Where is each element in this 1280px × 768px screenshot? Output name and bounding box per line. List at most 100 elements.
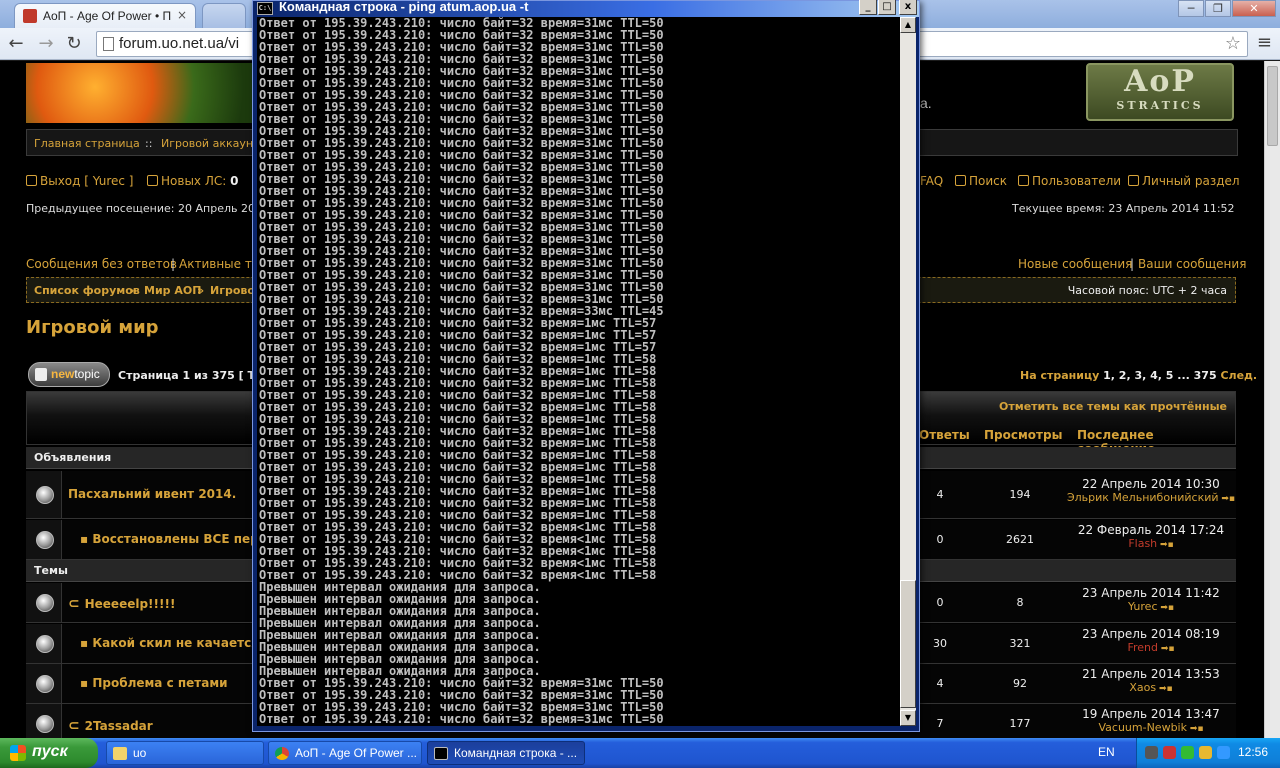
cmd-titlebar[interactable]: C:\ Командная строка - ping atum.aop.ua …: [253, 0, 919, 17]
mark-all-read-link[interactable]: Отметить все темы как прочтённые: [999, 400, 1227, 413]
cmd-scrollbar-thumb[interactable]: [900, 580, 916, 708]
last-post-author[interactable]: Flash ➡▪: [1066, 537, 1236, 550]
nav-home-link[interactable]: Главная страница: [34, 137, 140, 150]
back-arrow-icon[interactable]: ←: [4, 32, 28, 56]
topic-title: Проблема с петами: [92, 676, 228, 690]
topic-title-link[interactable]: ▪ Восстановлены ВСЕ персо: [80, 532, 274, 546]
link-separator: |: [171, 257, 176, 271]
new-pm-label: Новых ЛС:: [161, 174, 227, 188]
author-name: Flash: [1128, 537, 1158, 550]
faq-link[interactable]: FAQ: [920, 174, 943, 188]
nav-account-link[interactable]: Игровой аккаун: [161, 137, 253, 150]
ucp-link[interactable]: Личный раздел: [1128, 174, 1240, 188]
topic-title-link[interactable]: ▪ Проблема с петами: [80, 676, 228, 690]
cmd-console[interactable]: Ответ от 195.39.243.210: число байт=32 в…: [257, 17, 900, 726]
last-post-cell: 21 Апрель 2014 13:53 Xaos ➡▪: [1066, 667, 1236, 694]
topic-title: Какой скил не качается?: [92, 636, 266, 650]
tab-close-icon[interactable]: ×: [177, 8, 187, 22]
scroll-down-icon[interactable]: ▼: [900, 710, 916, 726]
cmd-maximize-button[interactable]: □: [878, 0, 896, 15]
next-page-link[interactable]: След.: [1220, 369, 1257, 382]
breadcrumb-forum-index[interactable]: Список форумов: [34, 284, 140, 297]
goto-last-post-icon[interactable]: ➡▪: [1157, 540, 1174, 550]
goto-last-post-icon[interactable]: ➡▪: [1219, 494, 1235, 504]
topic-status-icon: [36, 715, 54, 733]
task-label: uo: [133, 746, 147, 760]
new-pm-link[interactable]: Новых ЛС: 0: [147, 174, 238, 188]
new-tab-button[interactable]: [202, 3, 246, 28]
browser-tab-title: АоП - Age Of Power • Просм: [43, 9, 171, 23]
cmd-output-line: Ответ от 195.39.243.210: число байт=32 в…: [259, 712, 664, 726]
last-post-author[interactable]: Yurec ➡▪: [1066, 600, 1236, 613]
page-counter: Страница 1 из 375 [ Те: [118, 369, 263, 382]
page-icon: [103, 37, 114, 51]
start-button[interactable]: пуск: [0, 738, 98, 768]
reload-icon[interactable]: ↻: [62, 32, 86, 56]
your-posts-link[interactable]: Ваши сообщения: [1138, 257, 1246, 271]
last-post-date: 22 Апрель 2014 10:30: [1082, 477, 1220, 491]
goto-last-post-icon[interactable]: ➡▪: [1187, 724, 1204, 734]
maximize-button[interactable]: ❐: [1205, 0, 1231, 17]
cmd-output: Ответ от 195.39.243.210: число байт=32 в…: [259, 17, 664, 725]
aop-stratics-logo[interactable]: AoP STRATICS: [1086, 63, 1234, 121]
author-name: Yurec: [1127, 600, 1158, 613]
browser-tab-active[interactable]: АоП - Age Of Power • Просм ×: [14, 3, 196, 28]
topic-status-icon: [36, 486, 54, 504]
minimize-button[interactable]: ─: [1178, 0, 1204, 17]
close-button[interactable]: ✕: [1232, 0, 1276, 17]
task-command-prompt[interactable]: Командная строка - ...: [427, 741, 585, 765]
section-label: Объявления: [34, 451, 112, 464]
system-tray: 12:56: [1136, 738, 1280, 768]
topic-title-link[interactable]: ⊂ 2Tassadar: [68, 718, 153, 734]
page-scrollbar[interactable]: [1264, 61, 1280, 738]
logout-link[interactable]: Выход [ Yurec ]: [26, 174, 133, 188]
pagination: На страницу 1, 2, 3, 4, 5 ... 375 След.: [1020, 369, 1257, 382]
topic-title: 2Tassadar: [84, 719, 153, 733]
command-prompt-window[interactable]: C:\ Командная строка - ping atum.aop.ua …: [252, 0, 920, 732]
last-post-author[interactable]: Vacuum-Newbik ➡▪: [1066, 721, 1236, 734]
language-indicator[interactable]: EN: [1098, 745, 1115, 759]
cmd-scrollbar[interactable]: ▲ ▼: [900, 17, 916, 726]
previous-visit: Предыдущее посещение: 20 Апрель 20: [26, 202, 255, 215]
active-topics-link[interactable]: Активные те: [179, 257, 259, 271]
task-folder-uo[interactable]: uo: [106, 741, 264, 765]
cmd-window-controls: _ □ x: [858, 0, 917, 15]
tray-antivirus-icon[interactable]: [1163, 746, 1176, 759]
new-topic-button[interactable]: newtopic: [28, 362, 110, 387]
topic-title: Heeeeelp!!!!!: [84, 597, 176, 611]
last-post-author[interactable]: Эльрик Мельнибонийский ➡▪: [1066, 491, 1236, 504]
search-link[interactable]: Поиск: [955, 174, 1007, 188]
goto-last-post-icon[interactable]: ➡▪: [1158, 603, 1174, 613]
members-link[interactable]: Пользователи: [1018, 174, 1121, 188]
topic-status-icon: [36, 675, 54, 693]
task-chrome[interactable]: АоП - Age Of Power ...: [268, 741, 422, 765]
tray-volume-icon[interactable]: [1199, 746, 1212, 759]
page-scrollbar-thumb[interactable]: [1267, 66, 1278, 146]
breadcrumb-world[interactable]: Мир АОП: [144, 284, 201, 297]
last-post-date: 23 Апрель 2014 08:19: [1082, 627, 1220, 641]
topic-title-link[interactable]: ⊂ Heeeeelp!!!!!: [68, 596, 175, 612]
cmd-close-button[interactable]: x: [899, 0, 917, 15]
bookmark-star-icon[interactable]: ☆: [1225, 33, 1241, 54]
goto-last-post-icon[interactable]: ➡▪: [1158, 644, 1175, 654]
topic-icon-cell: [26, 520, 62, 559]
scroll-up-icon[interactable]: ▲: [900, 17, 916, 33]
last-post-author[interactable]: Xaos ➡▪: [1066, 681, 1236, 694]
topic-title-link[interactable]: ▪ Какой скил не качается?: [80, 636, 266, 650]
last-post-author[interactable]: Frend ➡▪: [1066, 641, 1236, 654]
new-posts-link[interactable]: Новые сообщения: [1018, 257, 1132, 271]
goto-last-post-icon[interactable]: ➡▪: [1156, 684, 1173, 694]
tray-network-icon[interactable]: [1217, 746, 1230, 759]
forward-arrow-icon[interactable]: →: [34, 32, 58, 56]
unanswered-link[interactable]: Сообщения без ответов: [26, 257, 177, 271]
forum-title[interactable]: Игровой мир: [26, 317, 159, 338]
cmd-minimize-button[interactable]: _: [859, 0, 877, 15]
pencil-icon: [35, 368, 47, 381]
topic-title-link[interactable]: Пасхальний ивент 2014.: [68, 487, 236, 501]
tray-shield-icon[interactable]: [1181, 746, 1194, 759]
author-name: Frend: [1127, 641, 1158, 654]
chrome-menu-icon[interactable]: ≡: [1257, 32, 1272, 53]
ucp-label: Личный раздел: [1142, 174, 1240, 188]
page-links[interactable]: 1, 2, 3, 4, 5 ... 375: [1103, 369, 1216, 382]
tray-app-icon[interactable]: [1145, 746, 1158, 759]
